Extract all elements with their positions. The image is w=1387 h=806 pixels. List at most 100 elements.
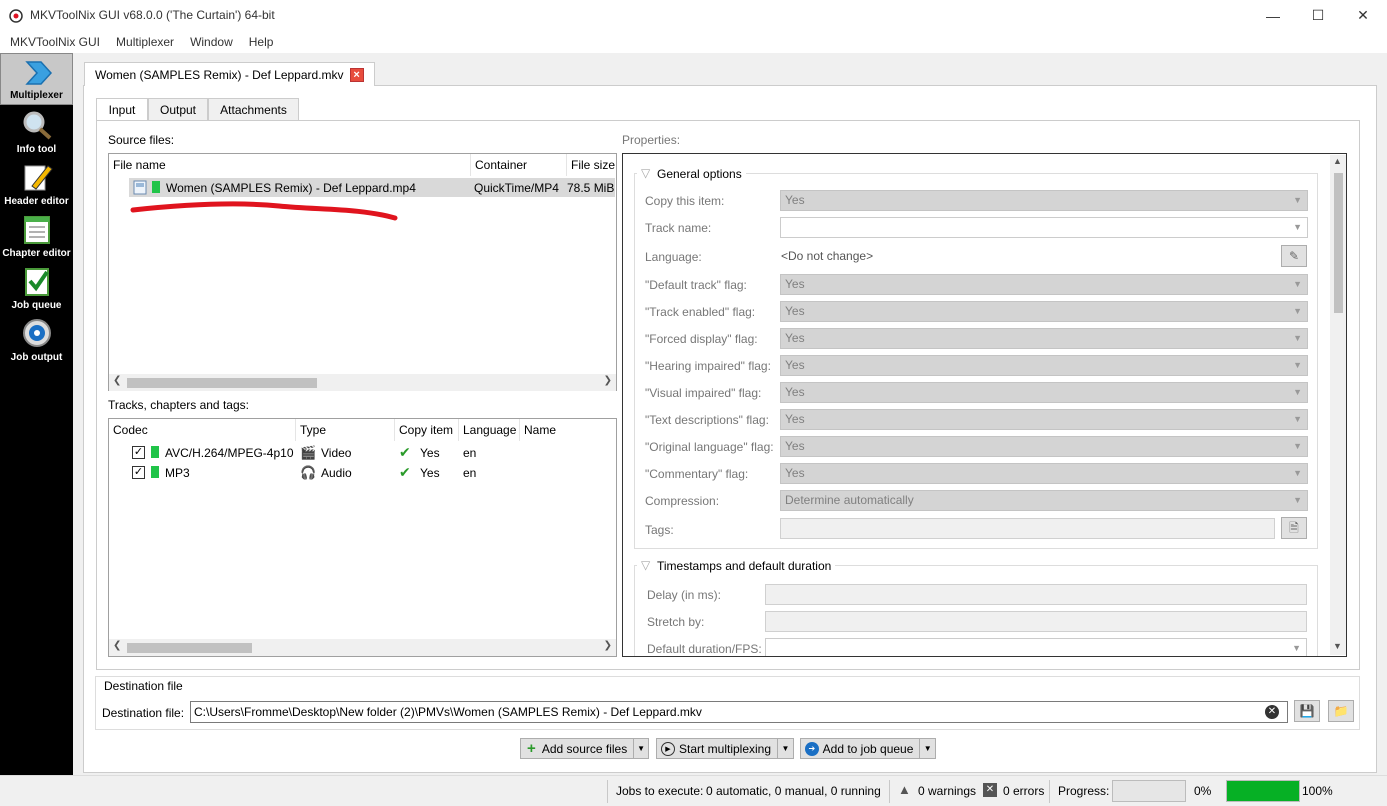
menu-multiplexer[interactable]: Multiplexer xyxy=(108,35,182,49)
column-file-name[interactable]: File name xyxy=(109,154,471,176)
minimize-button[interactable]: — xyxy=(1250,0,1296,31)
track-enabled-select[interactable]: Yes ▼ xyxy=(780,301,1308,322)
scroll-left-icon[interactable]: ❮ xyxy=(113,640,121,651)
browse-tags-button[interactable]: 🗎 xyxy=(1281,517,1307,539)
collapse-icon[interactable]: ▽ xyxy=(637,558,655,572)
select-value: Yes xyxy=(785,193,805,207)
default-track-select[interactable]: Yes ▼ xyxy=(780,274,1308,295)
text-descriptions-select[interactable]: Yes ▼ xyxy=(780,409,1308,430)
chevron-down-icon: ▼ xyxy=(1293,306,1302,316)
copy-item-select[interactable]: Yes ▼ xyxy=(780,190,1308,211)
scroll-down-icon[interactable]: ▼ xyxy=(1333,641,1342,651)
scrollbar-thumb[interactable] xyxy=(127,378,317,388)
scroll-right-icon[interactable]: ❯ xyxy=(604,375,612,386)
tab-input[interactable]: Input xyxy=(96,98,148,122)
close-button[interactable]: ✕ xyxy=(1340,0,1386,31)
warnings-count: 0 warnings xyxy=(918,784,977,798)
track-copy: Yes xyxy=(420,466,440,480)
tracks-list[interactable]: Codec Type Copy item Language Name ✓ AVC… xyxy=(108,418,617,657)
column-type[interactable]: Type xyxy=(296,419,395,441)
chevron-down-icon[interactable]: ▼ xyxy=(777,738,793,759)
compression-select[interactable]: Determine automatically ▼ xyxy=(780,490,1308,511)
scroll-up-icon[interactable]: ▲ xyxy=(1333,156,1342,166)
original-language-select[interactable]: Yes ▼ xyxy=(780,436,1308,457)
pencil-icon: ✎ xyxy=(1288,249,1300,263)
total-progress-percent: 100% xyxy=(1302,784,1333,798)
column-file-size[interactable]: File size xyxy=(567,154,617,176)
commentary-select[interactable]: Yes ▼ xyxy=(780,463,1308,484)
column-container[interactable]: Container xyxy=(471,154,567,176)
open-folder-button[interactable]: 📁 xyxy=(1328,700,1354,722)
table-row[interactable]: ✓ AVC/H.264/MPEG-4p10 🎬 Video ✔ Yes en xyxy=(109,443,616,463)
add-source-files-button[interactable]: + Add source files ▼ xyxy=(520,738,649,759)
track-checkbox[interactable]: ✓ xyxy=(132,466,145,479)
tags-field[interactable] xyxy=(780,518,1275,539)
column-copy-item[interactable]: Copy item xyxy=(395,419,459,441)
clear-icon[interactable]: ✕ xyxy=(1265,705,1279,719)
chevron-down-icon[interactable]: ▼ xyxy=(919,738,935,759)
destination-input[interactable]: C:\Users\Fromme\Desktop\New folder (2)\P… xyxy=(190,701,1288,723)
start-multiplexing-button[interactable]: ▶ Start multiplexing ▼ xyxy=(656,738,794,759)
track-copy: Yes xyxy=(420,446,440,460)
plus-icon: + xyxy=(527,740,536,757)
stretch-input[interactable] xyxy=(765,611,1307,632)
close-tab-icon[interactable]: × xyxy=(349,67,364,82)
forced-display-label: "Forced display" flag: xyxy=(645,332,758,346)
track-checkbox[interactable]: ✓ xyxy=(132,446,145,459)
scroll-left-icon[interactable]: ❮ xyxy=(113,375,121,386)
maximize-button[interactable]: ☐ xyxy=(1295,0,1341,31)
scrollbar-thumb[interactable] xyxy=(1334,173,1343,313)
collapse-icon[interactable]: ▽ xyxy=(637,166,655,180)
hearing-impaired-select[interactable]: Yes ▼ xyxy=(780,355,1308,376)
title-bar: MKVToolNix GUI v68.0.0 ('The Curtain') 6… xyxy=(0,0,1387,31)
tab-attachments[interactable]: Attachments xyxy=(208,98,299,121)
stretch-label: Stretch by: xyxy=(647,615,705,629)
column-codec[interactable]: Codec xyxy=(109,419,296,441)
save-as-button[interactable]: 💾 xyxy=(1294,700,1320,722)
table-row[interactable]: ✓ MP3 🎧 Audio ✔ Yes en xyxy=(109,463,616,483)
save-file-icon: 💾 xyxy=(1299,704,1315,718)
scroll-right-icon[interactable]: ❯ xyxy=(604,640,612,651)
document-tab[interactable]: Women (SAMPLES Remix) - Def Leppard.mkv … xyxy=(84,62,375,86)
sidebar-multiplexer[interactable]: Multiplexer xyxy=(0,53,73,105)
select-value: Yes xyxy=(785,385,805,399)
menu-help[interactable]: Help xyxy=(241,35,282,49)
menu-window[interactable]: Window xyxy=(182,35,241,49)
sidebar-job-output[interactable]: Job output xyxy=(0,314,73,366)
visual-impaired-select[interactable]: Yes ▼ xyxy=(780,382,1308,403)
magnifier-icon xyxy=(23,111,52,140)
horizontal-scrollbar[interactable]: ❮ ❯ xyxy=(109,639,616,656)
select-value: Yes xyxy=(785,466,805,480)
sidebar-label: Multiplexer xyxy=(10,90,63,101)
source-files-list[interactable]: File name Container File size Women (SAM… xyxy=(108,153,617,391)
queue-icon: ➔ xyxy=(805,741,819,756)
delay-input[interactable] xyxy=(765,584,1307,605)
select-value: Yes xyxy=(785,358,805,372)
menu-mkvtoolnix[interactable]: MKVToolNix GUI xyxy=(0,35,108,49)
multiplexer-icon xyxy=(25,61,53,85)
sidebar-chapter-editor[interactable]: Chapter editor xyxy=(0,210,73,262)
properties-panel: ▽ General options Copy this item: Yes ▼ T… xyxy=(622,153,1347,657)
menu-bar: MKVToolNix GUI Multiplexer Window Help xyxy=(0,31,1387,53)
sidebar-info-tool[interactable]: Info tool xyxy=(0,106,73,158)
column-language[interactable]: Language xyxy=(459,419,520,441)
scrollbar-thumb[interactable] xyxy=(127,643,252,653)
film-icon: 🎬 xyxy=(300,445,317,460)
tab-output[interactable]: Output xyxy=(148,98,208,121)
default-duration-combo[interactable]: ▼ xyxy=(765,638,1307,656)
edit-language-button[interactable]: ✎ xyxy=(1281,245,1307,267)
select-value: Yes xyxy=(785,412,805,426)
sidebar-job-queue[interactable]: Job queue xyxy=(0,262,73,314)
forced-display-select[interactable]: Yes ▼ xyxy=(780,328,1308,349)
chevron-down-icon[interactable]: ▼ xyxy=(633,738,648,759)
table-row[interactable]: Women (SAMPLES Remix) - Def Leppard.mp4 … xyxy=(129,178,615,197)
default-track-label: "Default track" flag: xyxy=(645,278,747,292)
status-indicator xyxy=(152,181,160,193)
sidebar-header-editor[interactable]: Header editor xyxy=(0,158,73,210)
chevron-down-icon: ▼ xyxy=(1293,360,1302,370)
add-to-job-queue-button[interactable]: ➔ Add to job queue ▼ xyxy=(800,738,936,759)
column-name[interactable]: Name xyxy=(520,419,616,441)
properties-scrollbar[interactable]: ▲ ▼ xyxy=(1330,155,1346,655)
track-name-combo[interactable]: ▼ xyxy=(780,217,1308,238)
horizontal-scrollbar[interactable]: ❮ ❯ xyxy=(109,374,616,391)
